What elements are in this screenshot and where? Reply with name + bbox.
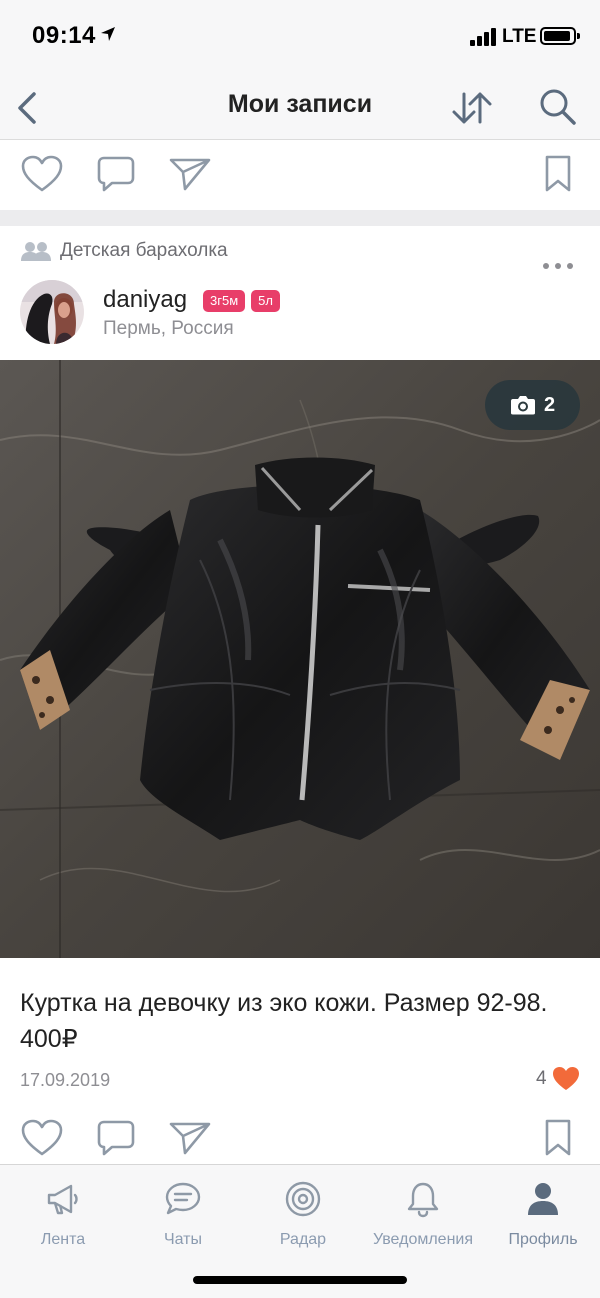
page-title: Мои записи: [227, 90, 373, 118]
tab-notifications[interactable]: Уведомления: [363, 1179, 483, 1261]
dot-icon: [567, 263, 573, 269]
heart-filled-icon: [552, 1067, 579, 1090]
bookmark-icon: [545, 155, 571, 192]
post-photo[interactable]: [0, 360, 600, 958]
bookmark-button[interactable]: [534, 1114, 582, 1162]
dot-icon: [555, 263, 561, 269]
navigation-bar: Мои записи: [0, 74, 600, 140]
bookmark-button[interactable]: [534, 150, 582, 198]
sort-icon: [452, 92, 492, 124]
tab-label: Лента: [40, 1231, 86, 1248]
location-arrow-icon: [101, 27, 115, 41]
chat-icon: [165, 1182, 201, 1215]
more-options-button[interactable]: [540, 252, 576, 280]
send-icon: [169, 158, 211, 191]
camera-icon: [510, 396, 535, 415]
previous-post-actions: [0, 140, 600, 210]
share-button[interactable]: [166, 150, 214, 198]
group-icon: [21, 242, 51, 261]
comment-icon: [97, 1120, 135, 1156]
avatar-image: [20, 280, 84, 344]
megaphone-icon: [47, 1184, 78, 1215]
like-button[interactable]: [18, 1114, 66, 1162]
author-avatar[interactable]: [20, 280, 84, 344]
tab-label: Радар: [279, 1231, 327, 1248]
tab-label: Профиль: [508, 1231, 578, 1248]
child-age-badges: 3г5м 5л: [203, 290, 280, 312]
age-badge: 5л: [251, 290, 280, 312]
post-separator: [0, 210, 600, 226]
author-name[interactable]: daniyag: [103, 286, 187, 314]
post-date: 17.09.2019: [20, 1070, 111, 1090]
home-indicator: [193, 1276, 407, 1284]
likes-counter[interactable]: 4: [536, 1066, 580, 1092]
author-location: Пермь, Россия: [103, 318, 234, 339]
photo-count: 2: [543, 393, 556, 416]
like-button[interactable]: [18, 150, 66, 198]
tab-radar[interactable]: Радар: [243, 1179, 363, 1261]
group-name: Детская барахолка: [60, 240, 228, 261]
network-type: LTE: [502, 26, 537, 47]
send-icon: [169, 1122, 211, 1155]
tab-label: Уведомления: [372, 1231, 474, 1248]
tab-profile[interactable]: Профиль: [483, 1179, 600, 1261]
profile-icon: [528, 1183, 558, 1215]
radar-icon: [285, 1181, 321, 1217]
heart-icon: [21, 155, 63, 192]
signal-icon: [470, 28, 496, 46]
photo-count-badge[interactable]: 2: [485, 380, 580, 430]
jacket-photo: [0, 360, 600, 958]
search-button[interactable]: [534, 84, 582, 130]
sort-button[interactable]: [448, 86, 496, 130]
age-badge: 3г5м: [203, 290, 246, 312]
comment-button[interactable]: [92, 150, 140, 198]
battery-icon: [540, 27, 580, 45]
bell-icon: [407, 1182, 439, 1218]
tab-chats[interactable]: Чаты: [123, 1179, 243, 1261]
share-button[interactable]: [166, 1114, 214, 1162]
heart-icon: [21, 1119, 63, 1156]
post-group-link[interactable]: Детская барахолка: [20, 236, 228, 266]
tab-feed[interactable]: Лента: [3, 1179, 123, 1261]
dot-icon: [543, 263, 549, 269]
search-icon: [540, 89, 576, 125]
comment-icon: [97, 156, 135, 192]
post-text: Куртка на девочку из эко кожи. Размер 92…: [20, 989, 548, 1053]
likes-count: 4: [536, 1068, 547, 1089]
tab-label: Чаты: [163, 1231, 203, 1248]
status-time: 09:14: [32, 22, 96, 49]
comment-button[interactable]: [92, 1114, 140, 1162]
bookmark-icon: [545, 1119, 571, 1156]
status-bar: 09:14 LTE: [0, 0, 600, 74]
